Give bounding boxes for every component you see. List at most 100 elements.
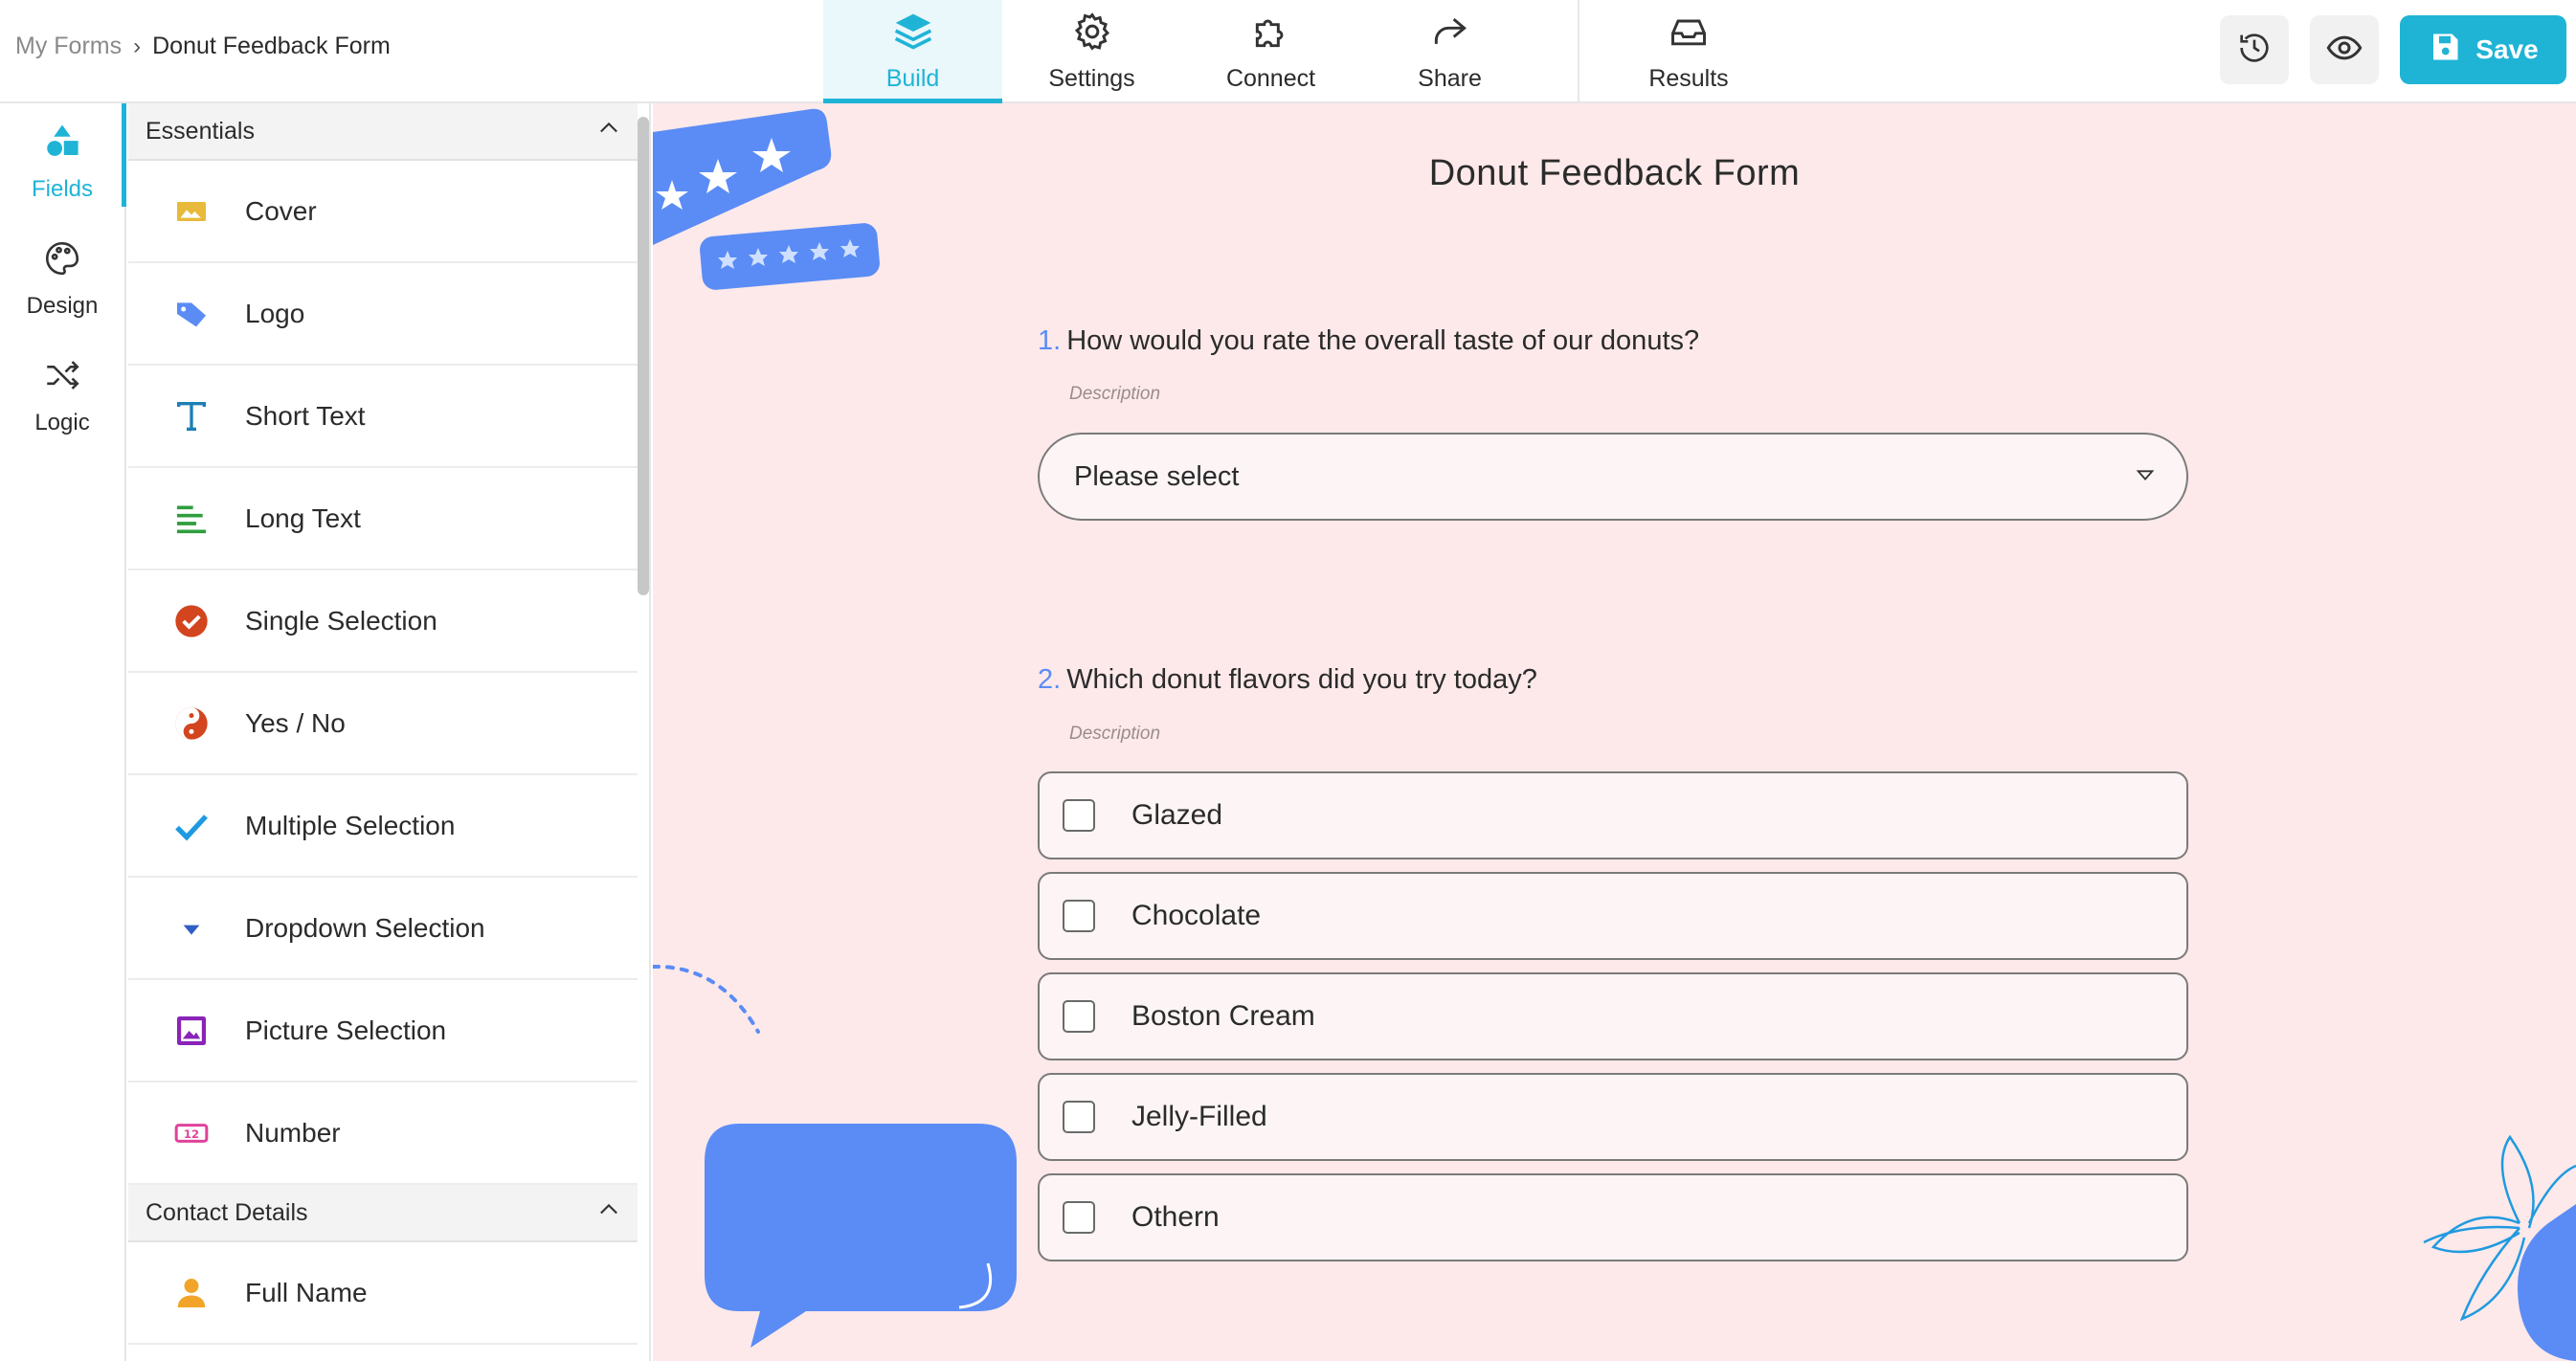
option-glazed[interactable]: Glazed (1038, 771, 2188, 859)
main-nav-tabs: Build Settings Connect Share Results (823, 0, 1798, 103)
option-jelly-filled[interactable]: Jelly-Filled (1038, 1073, 2188, 1161)
puzzle-icon (1250, 11, 1292, 59)
question-1[interactable]: 1. How would you rate the overall taste o… (1038, 325, 1699, 357)
shapes-icon (42, 122, 82, 168)
rail-item-logic[interactable]: Logic (0, 337, 124, 454)
field-type-short-text[interactable]: Short Text (128, 366, 638, 468)
tag-icon (128, 295, 245, 333)
tab-settings[interactable]: Settings (1002, 0, 1181, 103)
preview-button[interactable] (2310, 15, 2379, 84)
tab-connect[interactable]: Connect (1181, 0, 1360, 103)
field-label: Single Selection (245, 605, 437, 636)
gear-icon (1071, 11, 1113, 59)
option-label: Jelly-Filled (1131, 1101, 1267, 1132)
rating-stars-decoration (653, 108, 880, 290)
field-label: Picture Selection (245, 1015, 447, 1045)
picture-icon (128, 1012, 245, 1050)
rail-item-fields-label: Fields (31, 175, 94, 202)
breadcrumb-my-forms-link[interactable]: My Forms (15, 33, 122, 60)
field-type-single-selection[interactable]: Single Selection (128, 570, 638, 673)
option-boston-cream[interactable]: Boston Cream (1038, 972, 2188, 1060)
option-label: Glazed (1131, 799, 1223, 831)
checkmark-icon (128, 807, 245, 845)
history-button[interactable] (2220, 15, 2289, 84)
top-bar: My Forms › Donut Feedback Form Build Set… (0, 0, 2576, 103)
svg-text:12: 12 (184, 1127, 199, 1141)
option-checkbox[interactable] (1063, 799, 1095, 832)
field-label: Short Text (245, 400, 366, 431)
chevron-down-icon (2135, 461, 2156, 493)
field-type-cover[interactable]: Cover (128, 161, 638, 263)
field-type-picture-selection[interactable]: Picture Selection (128, 980, 638, 1082)
question-text: How would you rate the overall taste of … (1066, 325, 1700, 356)
field-label: Dropdown Selection (245, 912, 485, 943)
breadcrumb-separator: › (133, 33, 142, 59)
field-type-yes-no[interactable]: Yes / No (128, 673, 638, 775)
tab-connect-label: Connect (1225, 65, 1316, 92)
option-label: Boston Cream (1131, 1000, 1315, 1032)
option-chocolate[interactable]: Chocolate (1038, 872, 2188, 960)
layers-icon (892, 11, 934, 59)
field-type-dropdown-selection[interactable]: Dropdown Selection (128, 878, 638, 980)
rating-dropdown[interactable]: Please select (1038, 433, 2188, 521)
tab-share[interactable]: Share (1360, 0, 1539, 103)
fields-panel: Essentials Cover Logo Short Text Long Te… (128, 103, 651, 1361)
field-label: Long Text (245, 502, 361, 533)
rail-item-logic-label: Logic (34, 409, 90, 435)
rail-item-fields[interactable]: Fields (0, 103, 126, 220)
field-type-multiple-selection[interactable]: Multiple Selection (128, 775, 638, 878)
breadcrumb-current-form: Donut Feedback Form (152, 33, 391, 59)
rail-item-design-label: Design (26, 292, 99, 319)
option-other[interactable]: Othern (1038, 1173, 2188, 1261)
field-type-logo[interactable]: Logo (128, 263, 638, 366)
question-2-description[interactable]: Description (1069, 724, 1160, 745)
field-label: Multiple Selection (245, 810, 456, 840)
option-checkbox[interactable] (1063, 1000, 1095, 1033)
field-type-number[interactable]: 12 Number (128, 1082, 638, 1185)
field-label: Logo (245, 298, 305, 328)
question-2[interactable]: 2. Which donut flavors did you try today? (1038, 664, 1537, 696)
tab-results[interactable]: Results (1578, 0, 1798, 103)
save-button-label: Save (2475, 34, 2539, 64)
tab-results-label: Results (1648, 65, 1729, 92)
form-canvas: Donut Feedback Form 1. How would you rate… (653, 103, 2576, 1361)
tab-share-label: Share (1418, 65, 1482, 92)
field-label: Number (245, 1117, 341, 1148)
field-type-long-text[interactable]: Long Text (128, 468, 638, 570)
tab-build-label: Build (885, 65, 940, 92)
section-header-essentials[interactable]: Essentials (128, 103, 638, 161)
option-checkbox[interactable] (1063, 1201, 1095, 1234)
inbox-icon (1668, 11, 1710, 59)
question-1-description[interactable]: Description (1069, 384, 1160, 405)
dropdown-placeholder: Please select (1074, 460, 1240, 492)
section-title: Essentials (146, 117, 255, 145)
chevron-up-icon (595, 1196, 622, 1230)
field-type-full-name[interactable]: Full Name (128, 1242, 638, 1345)
yin-yang-icon (128, 704, 245, 743)
question-number: 1. (1038, 325, 1062, 356)
chevron-up-icon (595, 115, 622, 148)
form-title[interactable]: Donut Feedback Form (653, 153, 2576, 194)
field-label: Cover (245, 195, 317, 226)
question-number: 2. (1038, 664, 1062, 695)
person-icon (128, 1274, 245, 1312)
image-icon (128, 192, 245, 231)
breadcrumb: My Forms › Donut Feedback Form (15, 33, 391, 60)
option-checkbox[interactable] (1063, 900, 1095, 932)
history-icon (2235, 29, 2274, 72)
section-title: Contact Details (146, 1198, 308, 1226)
save-button[interactable]: Save (2400, 15, 2566, 84)
tab-build[interactable]: Build (823, 0, 1002, 103)
question-text: Which donut flavors did you try today? (1066, 664, 1537, 695)
number-icon: 12 (128, 1114, 245, 1152)
option-label: Othern (1131, 1201, 1220, 1233)
panel-scrollbar[interactable] (638, 117, 649, 595)
option-label: Chocolate (1131, 900, 1262, 931)
option-checkbox[interactable] (1063, 1101, 1095, 1133)
field-label: Full Name (245, 1277, 368, 1307)
dotted-arc-decoration (653, 964, 760, 1034)
section-header-contact-details[interactable]: Contact Details (128, 1185, 638, 1242)
rail-item-design[interactable]: Design (0, 220, 124, 337)
left-rail: Fields Design Logic (0, 103, 126, 1361)
tab-settings-label: Settings (1048, 65, 1135, 92)
